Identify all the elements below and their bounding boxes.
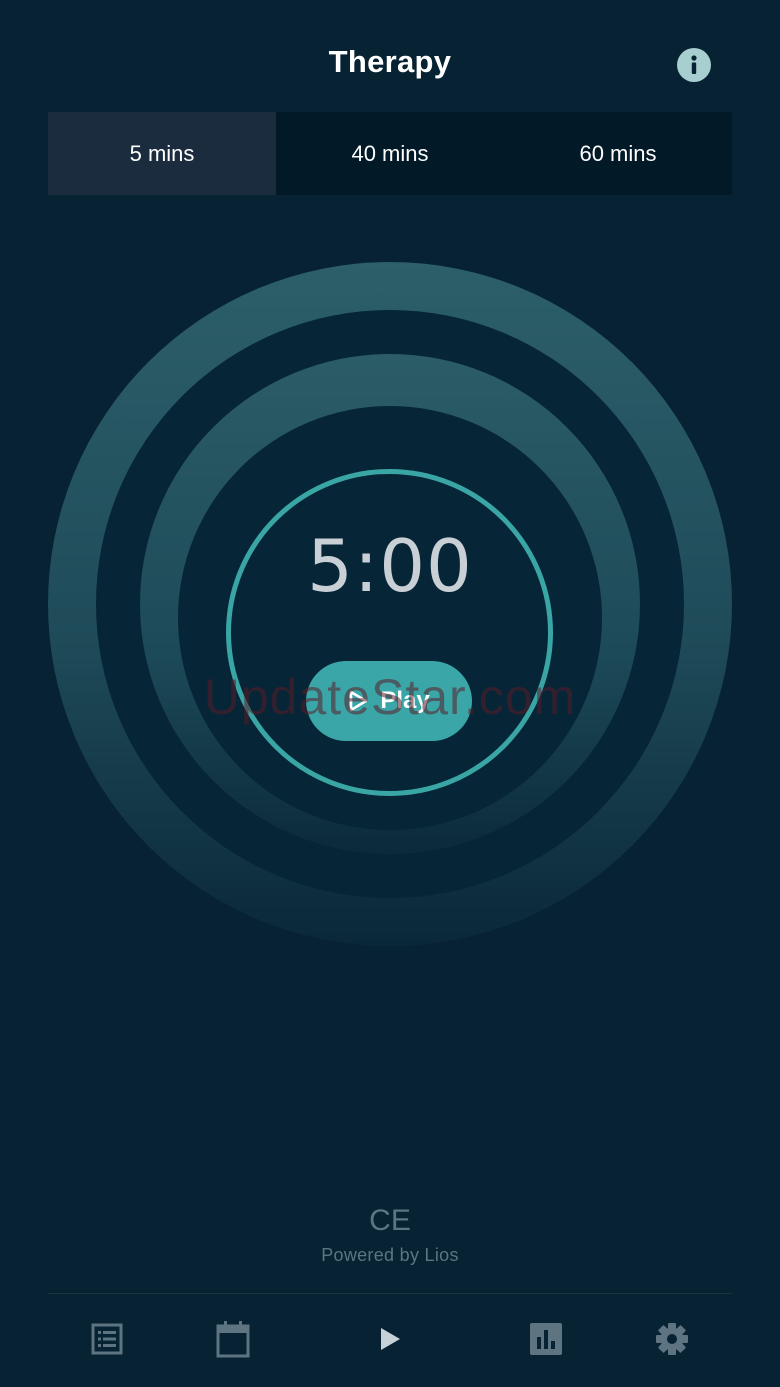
- page-title: Therapy: [328, 44, 452, 79]
- nav-item-stats[interactable]: [516, 1314, 576, 1364]
- play-button-label: Play: [380, 687, 430, 714]
- bottom-nav: [0, 1294, 780, 1387]
- bar-chart-icon: [530, 1323, 562, 1355]
- duration-option-5-mins[interactable]: 5 mins: [48, 112, 276, 195]
- ce-mark: CE: [369, 1204, 411, 1237]
- timer-circle: [226, 469, 553, 796]
- duration-selector: 5 mins 40 mins 60 mins: [48, 112, 732, 195]
- list-icon: [91, 1323, 123, 1355]
- info-icon: [691, 55, 697, 74]
- duration-option-label: 40 mins: [351, 140, 429, 166]
- nav-item-play[interactable]: [360, 1314, 420, 1364]
- timer-display: 5:00: [307, 524, 473, 608]
- duration-option-40-mins[interactable]: 40 mins: [276, 112, 504, 195]
- info-button[interactable]: [677, 48, 711, 82]
- play-button[interactable]: Play: [306, 661, 472, 741]
- play-icon: [350, 690, 368, 712]
- gear-icon: [656, 1323, 688, 1355]
- duration-option-label: 60 mins: [579, 140, 657, 166]
- calendar-icon: [216, 1321, 250, 1358]
- duration-option-label: 5 mins: [129, 140, 195, 166]
- powered-by-text: Powered by Lios: [321, 1245, 459, 1265]
- duration-option-60-mins[interactable]: 60 mins: [504, 112, 732, 195]
- header: Therapy: [0, 0, 780, 112]
- play-icon: [381, 1328, 400, 1350]
- nav-item-calendar[interactable]: [203, 1314, 263, 1364]
- nav-item-settings[interactable]: [642, 1314, 702, 1364]
- nav-item-list[interactable]: [77, 1314, 137, 1364]
